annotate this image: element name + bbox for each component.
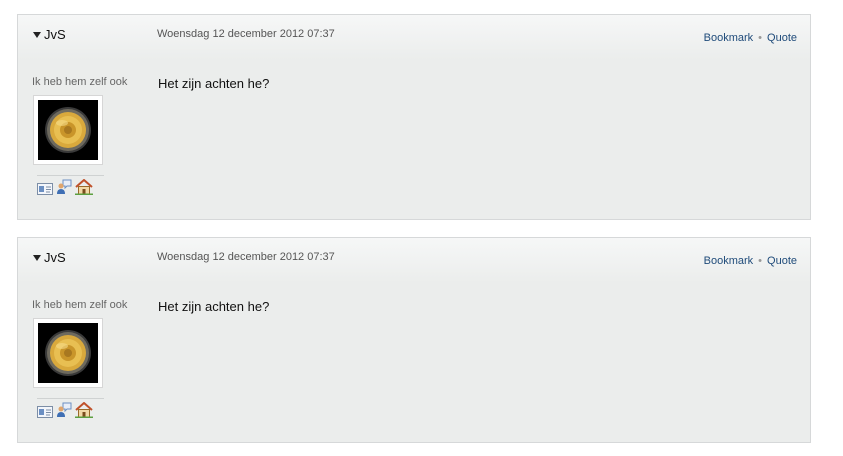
post-date: Woensdag 12 december 2012 07:37 xyxy=(157,28,335,40)
user-title: Ik heb hem zelf ook xyxy=(32,76,128,88)
avatar[interactable] xyxy=(33,95,103,165)
homepage-icon[interactable] xyxy=(75,178,93,200)
speaker-avatar-image xyxy=(38,100,98,160)
user-icons xyxy=(37,398,104,423)
quote-link[interactable]: Quote xyxy=(767,32,797,44)
speaker-avatar-image xyxy=(38,323,98,383)
post-actions: Bookmark • Quote xyxy=(704,255,797,267)
post-author-toggle[interactable]: JvS xyxy=(33,250,66,265)
post-message: Het zijn achten he? xyxy=(158,76,270,91)
forum-post: JvS Woensdag 12 december 2012 07:37 Book… xyxy=(17,237,811,443)
bookmark-link[interactable]: Bookmark xyxy=(704,255,754,267)
separator-dot: • xyxy=(758,255,763,267)
forum-post: JvS Woensdag 12 december 2012 07:37 Book… xyxy=(17,14,811,220)
triangle-down-icon xyxy=(33,255,41,261)
profile-card-icon[interactable] xyxy=(37,182,53,200)
private-message-icon[interactable] xyxy=(56,402,72,423)
separator-dot: • xyxy=(758,32,763,44)
triangle-down-icon xyxy=(33,32,41,38)
post-author-name: JvS xyxy=(44,250,66,265)
user-title: Ik heb hem zelf ook xyxy=(32,299,128,311)
private-message-icon[interactable] xyxy=(56,179,72,200)
post-message: Het zijn achten he? xyxy=(158,299,270,314)
avatar[interactable] xyxy=(33,318,103,388)
bookmark-link[interactable]: Bookmark xyxy=(704,32,754,44)
homepage-icon[interactable] xyxy=(75,401,93,423)
post-actions: Bookmark • Quote xyxy=(704,32,797,44)
post-date: Woensdag 12 december 2012 07:37 xyxy=(157,251,335,263)
profile-card-icon[interactable] xyxy=(37,405,53,423)
user-icons xyxy=(37,175,104,200)
quote-link[interactable]: Quote xyxy=(767,255,797,267)
post-author-name: JvS xyxy=(44,27,66,42)
post-author-toggle[interactable]: JvS xyxy=(33,27,66,42)
